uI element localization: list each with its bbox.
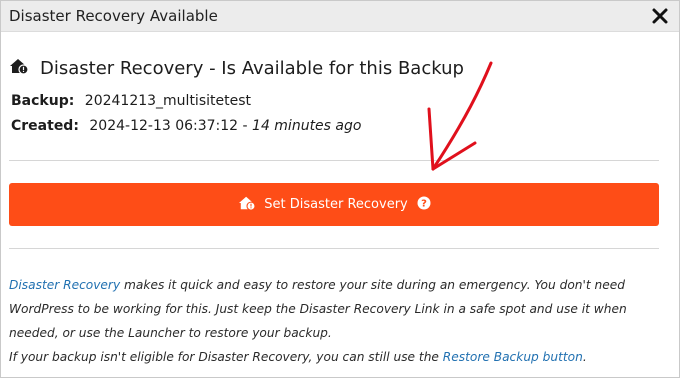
desc-line-2: WordPress to be working for this. Just k… [9,302,627,316]
home-alert-icon [237,195,257,215]
restore-backup-link[interactable]: Restore Backup button [443,350,583,364]
dialog-title: Disaster Recovery Available [9,7,218,25]
divider-bottom [9,248,659,249]
backup-row: Backup: 20241213_multisitetest [11,93,251,109]
desc-text-4-end: . [582,350,587,364]
dialog-titlebar: Disaster Recovery Available [1,1,679,32]
set-disaster-recovery-button[interactable]: Set Disaster Recovery ? [9,183,659,226]
home-alert-icon [9,57,29,79]
backup-label: Backup: [11,93,75,109]
desc-line-3: needed, or use the Launcher to restore y… [9,326,332,340]
backup-value: 20241213_multisitetest [84,93,251,109]
dialog-heading: Disaster Recovery - Is Available for thi… [9,57,464,79]
desc-text-4: If your backup isn't eligible for Disast… [9,350,443,364]
created-row: Created: 2024-12-13 06:37:12 - 14 minute… [11,118,361,134]
desc-line-1: Disaster Recovery makes it quick and eas… [9,273,669,297]
set-disaster-recovery-label: Set Disaster Recovery [264,197,408,212]
help-icon[interactable]: ? [417,195,431,214]
close-icon[interactable] [650,6,670,26]
disaster-recovery-dialog: Disaster Recovery Available Disaster Rec… [0,0,680,378]
created-value: 2024-12-13 06:37:12 - [89,118,253,134]
created-ago: 14 minutes ago [252,118,362,134]
description: Disaster Recovery makes it quick and eas… [9,273,669,369]
disaster-recovery-link[interactable]: Disaster Recovery [9,278,120,292]
divider-top [9,160,659,161]
desc-text-1: makes it quick and easy to restore your … [120,278,625,292]
created-label: Created: [11,118,79,134]
svg-text:?: ? [421,199,427,210]
desc-line-4: If your backup isn't eligible for Disast… [9,345,669,369]
heading-text: Disaster Recovery - Is Available for thi… [40,57,464,79]
